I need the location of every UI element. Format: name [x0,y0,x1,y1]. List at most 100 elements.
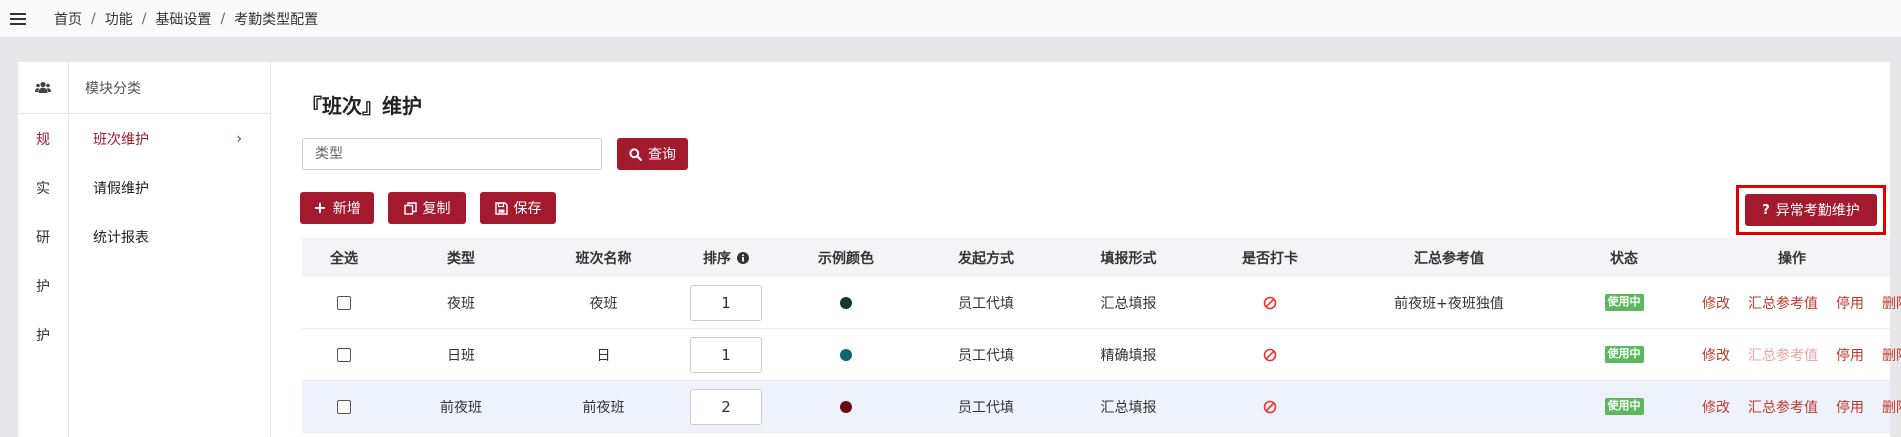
row-checkbox[interactable] [337,347,351,362]
header-sample-color: 示例颜色 [818,250,874,267]
cell-type: 前夜班 [440,399,482,416]
query-button[interactable]: 查询 [617,138,688,170]
cell-fill-form: 精确填报 [1100,347,1157,364]
header-shift-name: 班次名称 [575,250,632,267]
disable-link[interactable]: 停用 [1836,293,1864,313]
order-input[interactable] [690,284,762,321]
ban-icon [1263,296,1277,309]
content-card: 规 实 研 护 护 模块分类 班次维护 › 请假维护 统计报表 『班次』维护 查… [18,62,1901,437]
edit-link[interactable]: 修改 [1702,293,1730,313]
cell-summary-ref: 前夜班+夜班独值 [1394,295,1504,312]
table-row: 前夜班 前夜班 员工代填 汇总填报 使用中 修改 汇总参考值 停用 删除 [302,381,1901,433]
cell-fill-form: 汇总填报 [1100,295,1157,312]
status-badge: 使用中 [1604,294,1644,311]
cell-initiate: 员工代填 [958,295,1014,312]
save-icon [494,201,508,215]
cell-clock-in [1196,381,1344,432]
copy-button-label: 复制 [422,201,451,217]
rail-item-1[interactable]: 规 [18,114,68,163]
header-order-label: 排序 [703,250,731,267]
rail-header [18,62,68,114]
table-row: 日班 日 员工代填 精确填报 使用中 修改 汇总参考值 停用 删除 [302,329,1901,381]
breadcrumb-function[interactable]: 功能 [105,9,133,29]
cell-shift-name: 前夜班 [582,399,625,416]
cell-actions: 修改 汇总参考值 停用 删除 [1694,329,1901,380]
summary-ref-link[interactable]: 汇总参考值 [1748,397,1818,417]
cell-summary-ref [1344,329,1554,380]
cell-summary-ref [1344,381,1554,432]
copy-button[interactable]: 复制 [388,192,466,224]
rail-item-3[interactable]: 研 [18,212,68,261]
color-swatch [840,296,852,309]
row-checkbox[interactable] [337,399,351,414]
save-button-label: 保存 [513,201,542,217]
subnav-header: 模块分类 [69,62,270,114]
ban-icon [1263,400,1277,413]
cell-actions: 修改 汇总参考值 停用 删除 [1694,277,1901,328]
cell-shift-name: 夜班 [589,295,618,312]
cell-clock-in [1196,277,1344,328]
add-button-label: 新增 [332,201,361,217]
subnav-item-shift[interactable]: 班次维护 › [69,114,270,163]
cell-order [671,329,781,380]
edit-link[interactable]: 修改 [1702,345,1730,365]
question-icon: ? [1762,202,1770,218]
add-button[interactable]: + 新增 [300,192,374,224]
query-button-label: 查询 [648,147,676,163]
table-header: 全选 类型 班次名称 排序 示例颜色 发起方式 填报形式 是否打卡 汇总参考值 … [302,238,1890,277]
plus-icon: + [313,198,327,217]
rail-item-2[interactable]: 实 [18,163,68,212]
abnormal-attendance-button[interactable]: ? 异常考勤维护 [1745,194,1877,226]
subnav-item-label: 班次维护 [93,131,149,148]
cell-initiate: 员工代填 [958,347,1014,364]
top-bar: 首页 / 功能 / 基础设置 / 考勤类型配置 [0,0,1901,38]
subnav-item-leave[interactable]: 请假维护 [69,163,270,212]
breadcrumb: 首页 / 功能 / 基础设置 / 考勤类型配置 [54,9,318,29]
order-input[interactable] [690,336,762,373]
save-button[interactable]: 保存 [480,192,556,224]
type-search-input[interactable] [302,138,602,170]
delete-link[interactable]: 删除 [1882,293,1901,313]
table-row: 夜班 夜班 员工代填 汇总填报 前夜班+夜班独值 使用中 修改 汇总参考值 停用… [302,277,1901,329]
cell-shift-name: 日 [596,347,611,364]
rail-item-5[interactable]: 护 [18,310,68,359]
edit-link[interactable]: 修改 [1702,397,1730,417]
subnav-item-report[interactable]: 统计报表 [69,212,270,261]
status-badge: 使用中 [1604,398,1644,415]
breadcrumb-home[interactable]: 首页 [54,9,82,29]
disable-link[interactable]: 停用 [1836,397,1864,417]
header-select-all[interactable]: 全选 [302,238,386,277]
delete-link[interactable]: 删除 [1882,345,1901,365]
cell-clock-in [1196,329,1344,380]
summary-ref-link[interactable]: 汇总参考值 [1748,293,1818,313]
header-order: 排序 [671,238,781,277]
breadcrumb-current: 考勤类型配置 [234,11,319,28]
row-checkbox[interactable] [337,295,351,310]
copy-icon [403,201,417,215]
breadcrumb-separator: / [141,10,147,27]
info-icon[interactable] [737,251,749,264]
hamburger-menu-icon[interactable] [10,12,26,25]
cell-type: 日班 [447,347,475,364]
delete-link[interactable]: 删除 [1882,397,1901,417]
header-summary-ref: 汇总参考值 [1414,250,1484,267]
header-initiate: 发起方式 [958,250,1014,267]
disable-link[interactable]: 停用 [1836,345,1864,365]
color-swatch [840,400,852,413]
header-type: 类型 [447,250,475,267]
cell-actions: 修改 汇总参考值 停用 删除 [1694,381,1901,432]
rail-item-4[interactable]: 护 [18,261,68,310]
row-select-cell [302,277,386,328]
breadcrumb-basic-settings[interactable]: 基础设置 [155,9,211,29]
cell-color [781,329,911,380]
summary-ref-link[interactable]: 汇总参考值 [1748,345,1818,365]
header-fill-form: 填报形式 [1100,250,1157,267]
color-swatch [840,348,852,361]
header-actions: 操作 [1778,250,1806,267]
users-icon [35,81,51,93]
cell-color [781,381,911,432]
ban-icon [1263,348,1277,361]
order-input[interactable] [690,388,762,425]
cell-order [671,381,781,432]
breadcrumb-separator: / [91,10,96,27]
